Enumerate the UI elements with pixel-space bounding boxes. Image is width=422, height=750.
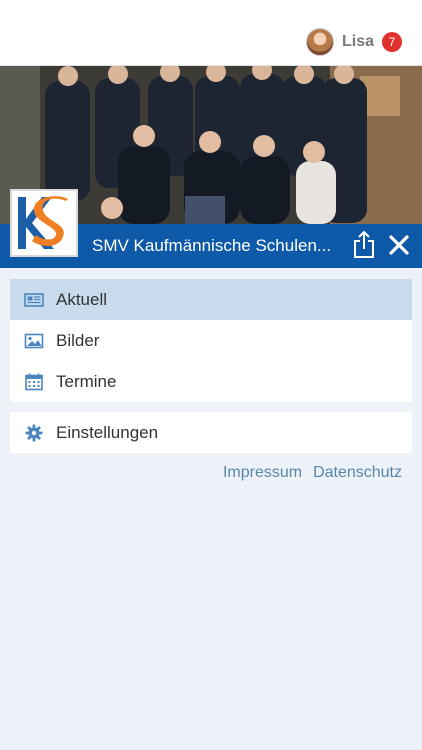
menu-item-termine[interactable]: Termine [10,361,412,402]
menu-item-label: Einstellungen [56,422,159,442]
avatar[interactable] [305,28,334,56]
gear-icon [24,423,44,443]
share-button[interactable] [352,230,376,260]
menu-item-aktuell[interactable]: Aktuell [10,279,412,320]
close-button[interactable] [388,234,410,256]
menu-item-einstellungen[interactable]: Einstellungen [10,412,412,453]
newspaper-icon [24,290,44,310]
user-name[interactable]: Lisa [342,33,374,51]
menu-item-label: Bilder [56,330,100,350]
close-icon [389,235,409,255]
group-logo[interactable] [10,189,78,257]
top-bar: Lisa 7 [0,0,422,66]
user-profile[interactable]: Lisa 7 [305,28,402,56]
menu-item-label: Termine [56,371,117,391]
settings-menu: Einstellungen [10,412,412,453]
impressum-link[interactable]: Impressum [223,464,302,482]
ks-logo-icon [12,191,76,255]
datenschutz-link[interactable]: Datenschutz [313,464,402,482]
navigation-menu: Aktuell Bilder Termine [10,279,412,402]
group-title[interactable]: SMV Kaufmännische Schulen... [92,236,342,256]
share-icon [354,230,374,258]
footer-links: Impressum Datenschutz [223,464,402,482]
notification-badge[interactable]: 7 [382,32,402,52]
image-icon [24,331,44,351]
calendar-icon [24,372,44,392]
menu-item-label: Aktuell [56,289,108,309]
menu-item-bilder[interactable]: Bilder [10,320,412,361]
